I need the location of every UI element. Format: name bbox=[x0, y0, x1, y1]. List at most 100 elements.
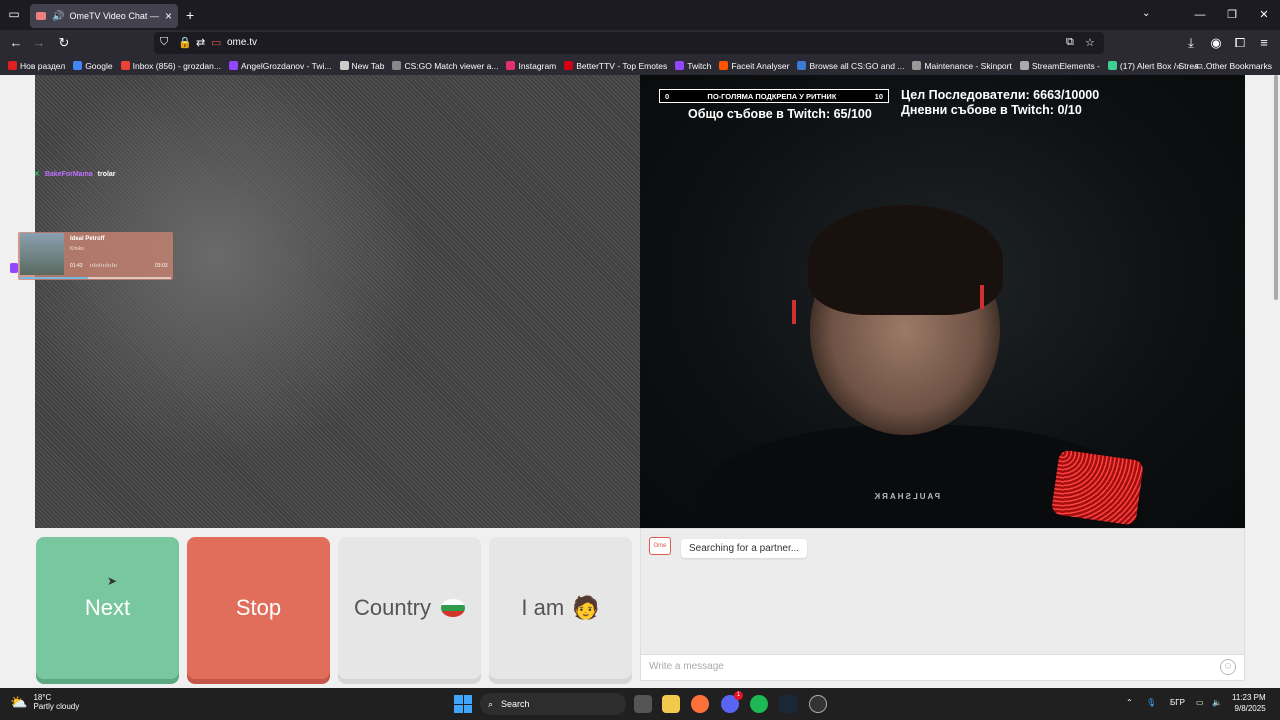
bookmark-label: BetterTTV - Top Emotes bbox=[576, 60, 668, 71]
partly-cloudy-icon: ⛅ bbox=[10, 693, 28, 710]
stop-label: Stop bbox=[235, 595, 282, 620]
folder-icon: ▭ bbox=[1194, 60, 1203, 70]
clock-time: 11:23 PM bbox=[1232, 693, 1266, 702]
url-text[interactable]: ome.tv bbox=[227, 37, 257, 48]
steam-icon[interactable] bbox=[779, 695, 797, 713]
headphone-right bbox=[980, 285, 984, 309]
bookmark-item[interactable]: BetterTTV - Top Emotes bbox=[564, 61, 667, 71]
bookmark-item[interactable]: Inbox (856) - grozdan... bbox=[120, 61, 221, 71]
new-tab-button[interactable]: + bbox=[186, 7, 194, 23]
back-arrow-icon[interactable]: ← bbox=[8, 35, 24, 50]
close-tab-icon[interactable]: × bbox=[165, 9, 172, 23]
url-bar[interactable]: ⛉ 🔒 ⇄ ▭ ome.tv ⧉ ☆ bbox=[154, 32, 1104, 54]
stop-button[interactable]: Stop bbox=[187, 537, 330, 679]
start-button[interactable] bbox=[454, 695, 472, 713]
search-icon: ⌕ bbox=[488, 698, 494, 709]
bookmark-favicon-icon bbox=[228, 61, 238, 70]
bookmark-label: AngelGrozdanov - Twi... bbox=[240, 60, 332, 71]
bookmark-item[interactable]: Нов раздел bbox=[8, 61, 65, 71]
bookmark-star-icon[interactable]: ☆ bbox=[1085, 36, 1095, 49]
file-explorer-icon[interactable] bbox=[662, 695, 680, 713]
microphone-icon[interactable]: 🎙 bbox=[1146, 698, 1156, 707]
restore-button[interactable]: ❐ bbox=[1216, 0, 1248, 30]
other-bookmarks-label: Other Bookmarks bbox=[1205, 60, 1272, 71]
close-window-button[interactable]: ✕ bbox=[1248, 0, 1280, 30]
track-title: Ideal Petroff bbox=[70, 236, 105, 242]
message-input[interactable] bbox=[649, 661, 1209, 672]
spotify-icon[interactable] bbox=[750, 695, 768, 713]
microphone bbox=[1050, 449, 1145, 526]
bulgaria-flag-icon bbox=[441, 599, 466, 617]
active-tab[interactable]: 🔊 OmeTV Video Chat — Ome × bbox=[30, 4, 178, 28]
gender-button[interactable]: I am 🧑 bbox=[489, 537, 632, 679]
firefox-icon[interactable] bbox=[691, 695, 709, 713]
chevron-down-icon[interactable]: ⌄ bbox=[1142, 8, 1150, 19]
speaker-icon[interactable]: 🔊 bbox=[52, 11, 64, 22]
bookmark-item[interactable]: AngelGrozdanov - Twi... bbox=[228, 60, 332, 71]
language-indicator[interactable]: БГР bbox=[1170, 698, 1185, 707]
navigation-toolbar: ← → ↻ ⛉ 🔒 ⇄ ▭ ome.tv ⧉ ☆ ⤓ ◉ ⧠ ≡ bbox=[0, 30, 1280, 56]
headphone-left bbox=[792, 300, 796, 324]
bookmark-item[interactable]: Twitch bbox=[675, 61, 711, 71]
bookmark-item[interactable]: Faceit Analyser bbox=[719, 61, 789, 71]
bookmark-favicon-icon bbox=[120, 61, 130, 70]
bookmark-item[interactable]: Google bbox=[73, 61, 113, 71]
moderator-badge-icon: ✕ bbox=[34, 171, 40, 178]
page-scrollbar[interactable] bbox=[1274, 75, 1278, 300]
next-label: Next bbox=[84, 595, 131, 620]
bookmark-item[interactable]: StreamElements - bbox=[1019, 60, 1100, 71]
goal-label: ПО-ГОЛЯМА ПОДКРЕПА У РИТНИК bbox=[707, 91, 837, 101]
shield-icon[interactable]: ⛉ bbox=[160, 36, 168, 49]
bookmark-favicon-icon bbox=[797, 61, 807, 70]
bookmark-item[interactable]: New Tab bbox=[339, 61, 384, 71]
lock-icon[interactable]: 🔒 bbox=[178, 36, 192, 49]
ometv-page: ✕ BakeForMama trolar Ideal Petroff Krisk… bbox=[0, 75, 1280, 688]
download-icon[interactable]: ⤓ bbox=[1183, 35, 1199, 51]
menu-icon[interactable]: ≡ bbox=[1256, 35, 1272, 50]
forward-arrow-icon[interactable]: → bbox=[31, 35, 47, 50]
other-bookmarks[interactable]: » ▭ Other Bookmarks bbox=[1176, 60, 1272, 71]
reload-icon[interactable]: ↻ bbox=[56, 35, 72, 51]
clock-date: 9/8/2025 bbox=[1234, 704, 1266, 713]
bookmark-favicon-icon bbox=[1107, 61, 1117, 70]
discord-badge: 1 bbox=[734, 691, 743, 700]
tab-strip: ▭ 🔊 OmeTV Video Chat — Ome × + ⌄ — ❐ ✕ bbox=[0, 0, 1280, 30]
country-button[interactable]: Country bbox=[338, 537, 481, 679]
iam-label: I am bbox=[521, 595, 565, 620]
twitch-total-subs: Общо събове в Twitch: 65/100 bbox=[688, 107, 872, 121]
daily-subs: Дневни събове в Twitch: 0/10 bbox=[901, 103, 1082, 117]
self-video: PAULSHARK 0 ПО-ГОЛЯМА ПОДКРЕПА У РИТНИК … bbox=[640, 75, 1245, 528]
tab-list-icon[interactable]: ▭ bbox=[6, 7, 22, 23]
windows-taskbar: ⛅ 18°C Partly cloudy ⌕ Search 1 ⌃ 🎙 БГР … bbox=[0, 688, 1280, 720]
extensions-icon[interactable]: ⧠ bbox=[1232, 35, 1248, 51]
translate-icon[interactable]: ⧉ bbox=[1066, 36, 1074, 49]
minimize-button[interactable]: — bbox=[1184, 0, 1216, 30]
bookmark-item[interactable]: Maintenance - Skinport bbox=[912, 61, 1012, 71]
app-icon[interactable] bbox=[809, 695, 827, 713]
search-label: Search bbox=[501, 699, 530, 709]
discord-icon[interactable]: 1 bbox=[721, 691, 743, 713]
chevron-right-icon[interactable]: » bbox=[1176, 61, 1181, 71]
permissions-icon[interactable]: ⇄ bbox=[196, 36, 205, 49]
mouse-cursor-icon: ➤ bbox=[107, 574, 118, 588]
bookmark-favicon-icon bbox=[506, 61, 516, 70]
account-icon[interactable]: ◉ bbox=[1208, 35, 1224, 51]
chevron-up-icon[interactable]: ⌃ bbox=[1126, 698, 1133, 707]
weather-widget[interactable]: ⛅ 18°C Partly cloudy bbox=[10, 693, 79, 711]
bookmark-item[interactable]: CS:GO Match viewer a... bbox=[392, 61, 498, 71]
bookmark-favicon-icon bbox=[339, 61, 349, 70]
clock[interactable]: 11:23 PM 9/8/2025 bbox=[1232, 692, 1266, 714]
network-icon[interactable]: ▭ bbox=[1196, 698, 1204, 707]
emoji-icon[interactable]: ☺ bbox=[1220, 659, 1236, 675]
shirt-logo: PAULSHARK bbox=[872, 492, 940, 501]
next-button[interactable]: Next bbox=[36, 537, 179, 679]
bookmark-item[interactable]: Instagram bbox=[506, 61, 556, 71]
task-view-icon[interactable] bbox=[634, 695, 652, 713]
volume-icon[interactable]: 🔈 bbox=[1212, 698, 1222, 707]
camera-in-use-icon[interactable]: ▭ bbox=[211, 36, 221, 49]
person-emoji-icon: 🧑 bbox=[572, 595, 600, 620]
bookmark-item[interactable]: Browse all CS:GO and ... bbox=[797, 61, 904, 71]
taskbar-search[interactable]: ⌕ Search bbox=[480, 693, 626, 715]
bookmark-label: StreamElements - bbox=[1031, 60, 1100, 71]
bookmark-label: Instagram bbox=[518, 60, 557, 71]
